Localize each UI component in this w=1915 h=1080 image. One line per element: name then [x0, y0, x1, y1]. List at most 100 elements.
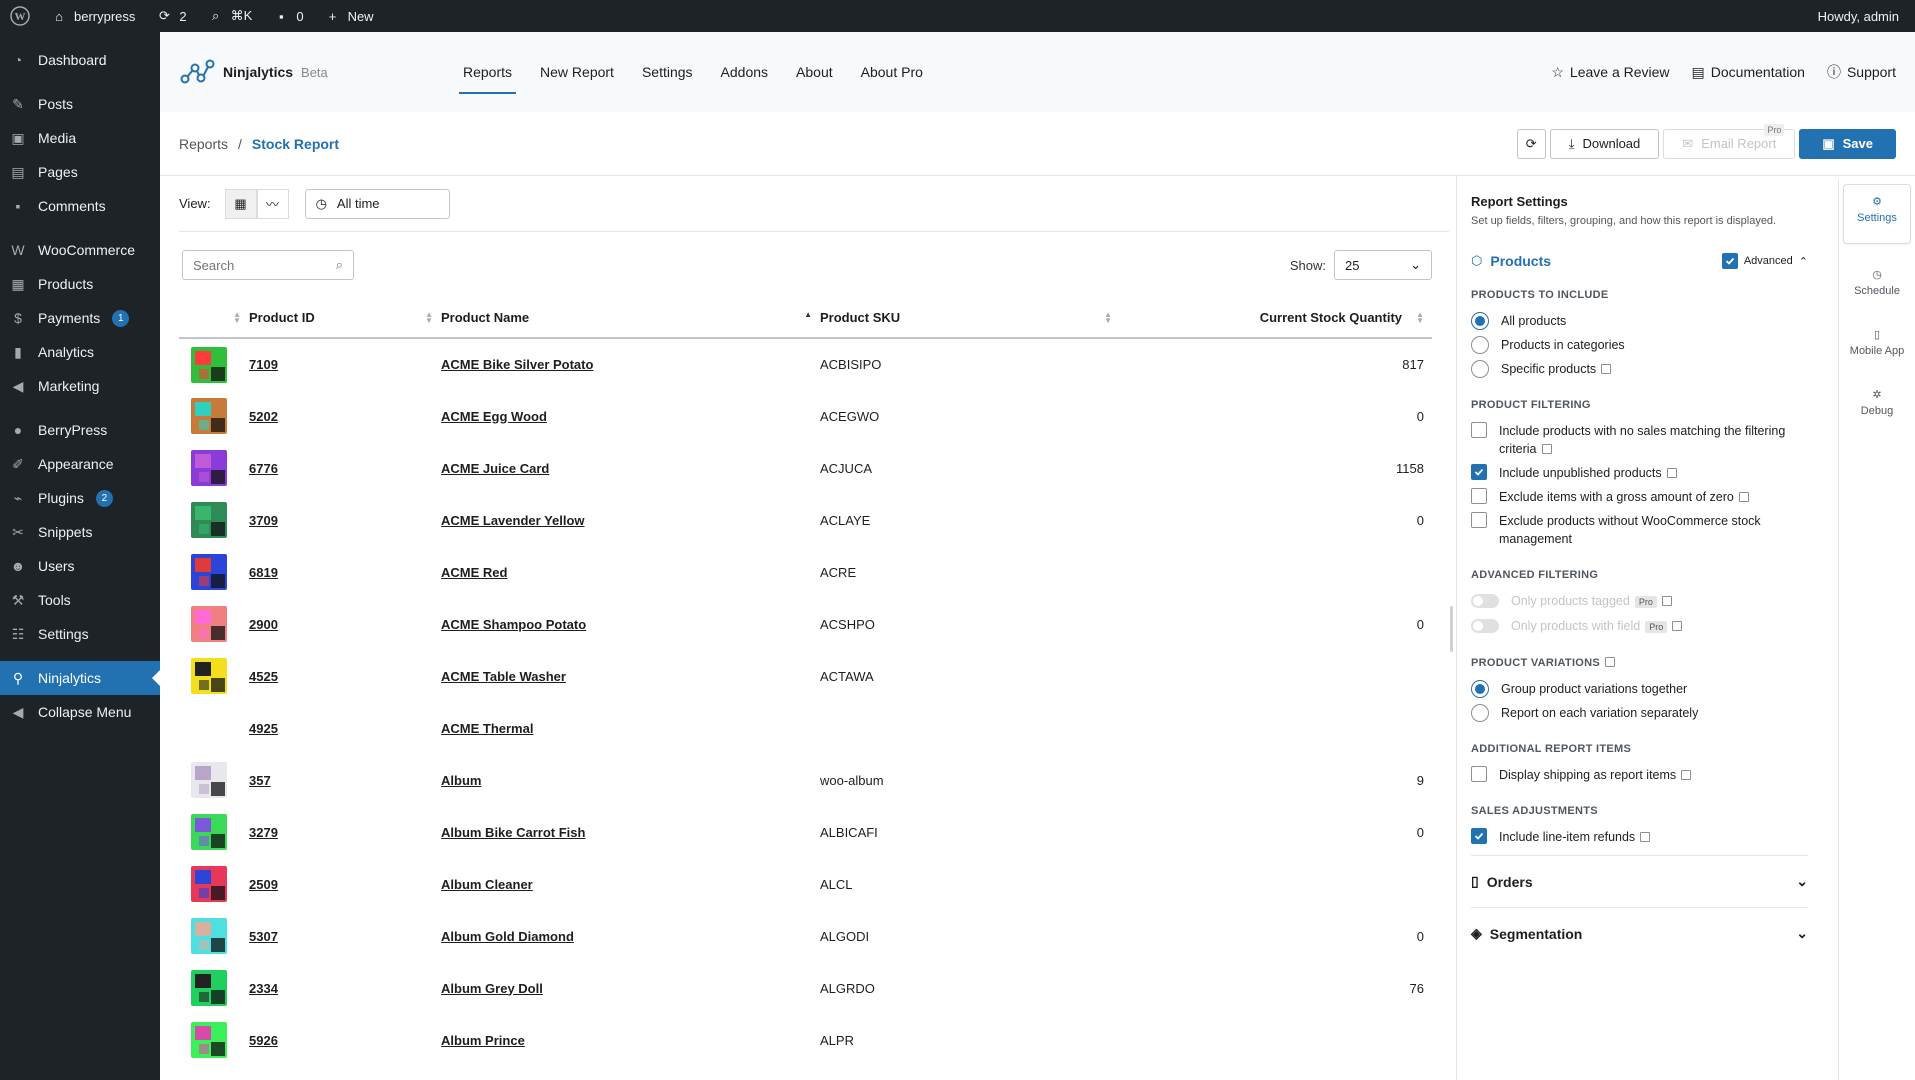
product-thumbnail[interactable]	[191, 502, 227, 538]
product-id-link[interactable]: 2334	[249, 981, 278, 996]
advanced-checkbox[interactable]	[1721, 253, 1738, 269]
product-name-link[interactable]: ACME Bike Silver Potato	[441, 357, 593, 372]
column-header-thumb[interactable]: ▲ ▼	[179, 298, 249, 339]
rail-schedule[interactable]: ◷ Schedule	[1839, 258, 1915, 318]
product-id-link[interactable]: 3279	[249, 825, 278, 840]
checkbox[interactable]	[1471, 422, 1487, 438]
product-id-link[interactable]: 4525	[249, 669, 278, 684]
sidebar-item-analytics[interactable]: ▮ Analytics	[0, 335, 160, 369]
sidebar-item-marketing[interactable]: ◀ Marketing	[0, 369, 160, 403]
external-link-icon[interactable]	[1672, 621, 1683, 631]
collapse-menu-button[interactable]: ◀ Collapse Menu	[0, 695, 160, 729]
toggle-only-products-with-field[interactable]: Only products with field Pro	[1471, 614, 1808, 639]
product-thumbnail[interactable]	[191, 450, 227, 486]
tab-settings[interactable]: Settings	[638, 56, 697, 88]
email-report-button[interactable]: ✉ Email Report Pro	[1663, 123, 1796, 159]
sidebar-item-dashboard[interactable]: ◔ Dashboard	[0, 43, 160, 77]
chart-view-button[interactable]: 〰	[256, 188, 289, 219]
toggle-switch[interactable]	[1471, 619, 1499, 633]
product-name-link[interactable]: ACME Red	[441, 565, 507, 580]
radio-group-variations[interactable]: Group product variations together	[1471, 677, 1808, 701]
checkbox-exclude-no-stock-mgmt[interactable]: Exclude products without WooCommerce sto…	[1471, 509, 1808, 551]
product-id-link[interactable]: 5307	[249, 929, 278, 944]
product-name-link[interactable]: Album Gold Diamond	[441, 929, 574, 944]
checkbox[interactable]	[1471, 464, 1487, 480]
radio-all-products[interactable]: All products	[1471, 309, 1808, 333]
sidebar-item-settings[interactable]: ☷ Settings	[0, 617, 160, 651]
product-id-link[interactable]: 6776	[249, 461, 278, 476]
tab-new-report[interactable]: New Report	[536, 56, 618, 88]
product-thumbnail[interactable]	[191, 762, 227, 798]
checkbox-no-sales-products[interactable]: Include products with no sales matching …	[1471, 419, 1808, 461]
checkbox-exclude-zero-gross[interactable]: Exclude items with a gross amount of zer…	[1471, 485, 1808, 509]
product-name-link[interactable]: Album	[441, 773, 481, 788]
comments-link[interactable]: ▪ 0	[262, 0, 313, 32]
sidebar-item-snippets[interactable]: ✂ Snippets	[0, 515, 160, 549]
support-link[interactable]: ⓘ Support	[1827, 62, 1896, 82]
sidebar-item-ninjalytics[interactable]: ⚲ Ninjalytics	[0, 661, 160, 695]
sidebar-item-berrypress[interactable]: ● BerryPress	[0, 413, 160, 447]
sidebar-item-appearance[interactable]: ✐ Appearance	[0, 447, 160, 481]
product-thumbnail[interactable]	[191, 814, 227, 850]
radio-button[interactable]	[1471, 704, 1489, 722]
table-scrollbar[interactable]	[1450, 606, 1453, 652]
column-header-product-name[interactable]: Product Name ▲	[441, 298, 820, 339]
product-id-link[interactable]: 357	[249, 773, 271, 788]
product-thumbnail[interactable]	[191, 1022, 227, 1058]
radio-button[interactable]	[1471, 360, 1489, 378]
product-name-link[interactable]: ACME Juice Card	[441, 461, 549, 476]
external-link-icon[interactable]	[1681, 770, 1692, 780]
sidebar-item-payments[interactable]: $ Payments 1	[0, 301, 160, 335]
page-size-select[interactable]: 25 ⌄	[1334, 250, 1432, 280]
radio-each-variation[interactable]: Report on each variation separately	[1471, 701, 1808, 725]
product-name-link[interactable]: ACME Thermal	[441, 721, 533, 736]
products-section-header[interactable]: ⬡ Products Advanced ⌃	[1471, 251, 1808, 271]
product-name-link[interactable]: Album Cleaner	[441, 877, 533, 892]
breadcrumb-reports-link[interactable]: Reports	[179, 136, 228, 152]
column-header-stock-quantity[interactable]: Current Stock Quantity ▲ ▼	[1120, 298, 1432, 339]
sidebar-item-users[interactable]: ☻ Users	[0, 549, 160, 583]
product-id-link[interactable]: 4925	[249, 721, 278, 736]
toggle-only-products-tagged[interactable]: Only products tagged Pro	[1471, 589, 1808, 614]
product-thumbnail[interactable]	[191, 970, 227, 1006]
sidebar-item-products[interactable]: ▦ Products	[0, 267, 160, 301]
product-thumbnail[interactable]	[191, 554, 227, 590]
checkbox-shipping-items[interactable]: Display shipping as report items	[1471, 763, 1808, 787]
account-menu[interactable]: Howdy, admin	[1808, 0, 1915, 32]
product-name-link[interactable]: ACME Lavender Yellow	[441, 513, 585, 528]
product-thumbnail[interactable]	[191, 866, 227, 902]
sidebar-item-plugins[interactable]: ⌁ Plugins 2	[0, 481, 160, 515]
external-link-icon[interactable]	[1661, 596, 1672, 606]
tab-reports[interactable]: Reports	[459, 56, 517, 94]
sidebar-item-media[interactable]: ▣ Media	[0, 121, 160, 155]
orders-section-header[interactable]: ▯ Orders ⌄	[1471, 855, 1808, 907]
rail-debug[interactable]: ✲ Debug	[1839, 378, 1915, 438]
product-id-link[interactable]: 6819	[249, 565, 278, 580]
rail-mobile-app[interactable]: ▯ Mobile App	[1839, 318, 1915, 378]
sidebar-item-woocommerce[interactable]: W WooCommerce	[0, 233, 160, 267]
radio-products-in-categories[interactable]: Products in categories	[1471, 333, 1808, 357]
command-palette-link[interactable]: ⌕ ⌘K	[197, 0, 263, 32]
product-name-link[interactable]: Album Grey Doll	[441, 981, 543, 996]
sidebar-item-comments[interactable]: ▪ Comments	[0, 189, 160, 223]
column-header-product-id[interactable]: Product ID ▲ ▼	[249, 298, 441, 339]
save-button[interactable]: ▣ Save	[1799, 128, 1896, 159]
app-logo[interactable]: Ninjalytics Beta	[179, 58, 459, 86]
wordpress-logo-icon[interactable]: W	[0, 0, 40, 32]
product-thumbnail[interactable]	[191, 346, 227, 383]
checkbox-line-item-refunds[interactable]: Include line-item refunds	[1471, 825, 1808, 849]
radio-specific-products[interactable]: Specific products	[1471, 357, 1808, 381]
segmentation-section-header[interactable]: ◈ Segmentation ⌄	[1471, 907, 1808, 959]
external-link-icon[interactable]	[1666, 468, 1677, 478]
checkbox[interactable]	[1471, 488, 1487, 504]
product-id-link[interactable]: 5202	[249, 409, 278, 424]
product-thumbnail[interactable]	[191, 658, 227, 694]
product-name-link[interactable]: ACME Egg Wood	[441, 409, 547, 424]
product-thumbnail[interactable]	[191, 606, 227, 642]
search-input[interactable]: Search ⌕	[182, 250, 354, 280]
checkbox-unpublished-products[interactable]: Include unpublished products	[1471, 461, 1808, 485]
external-link-icon[interactable]	[1738, 492, 1749, 502]
product-name-link[interactable]: ACME Table Washer	[441, 669, 566, 684]
date-range-button[interactable]: ◷ All time	[304, 188, 450, 219]
product-id-link[interactable]: 2509	[249, 877, 278, 892]
